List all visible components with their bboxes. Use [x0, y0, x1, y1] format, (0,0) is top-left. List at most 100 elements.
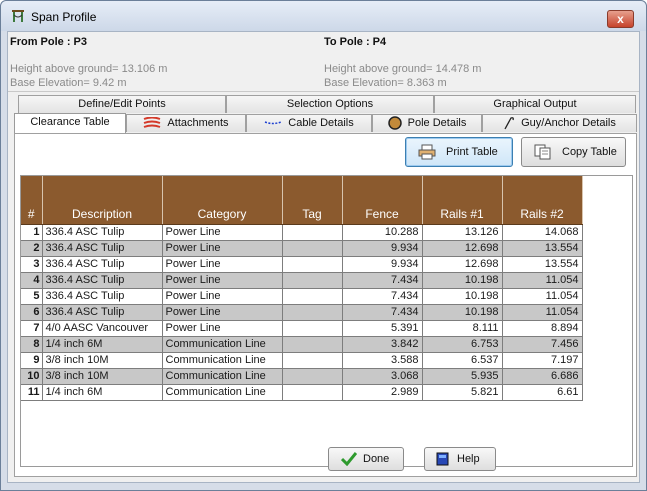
tab-attachments[interactable]: Attachments	[126, 114, 246, 132]
cell-fence: 5.391	[342, 320, 423, 337]
tab-guy-anchor-details[interactable]: Guy/Anchor Details	[482, 114, 637, 132]
print-table-button[interactable]: Print Table	[405, 137, 513, 167]
cell-tag	[282, 256, 343, 273]
row-number: 2	[21, 240, 43, 257]
table-row[interactable]: 4 336.4 ASC Tulip Power Line 7.434 10.19…	[21, 272, 583, 289]
cell-category: Power Line	[162, 240, 283, 257]
column-header-category[interactable]: Category	[162, 176, 283, 225]
printer-icon	[418, 144, 436, 160]
cell-rails-1: 10.198	[422, 288, 503, 305]
tab-label: Define/Edit Points	[78, 98, 166, 110]
table-row[interactable]: 6 336.4 ASC Tulip Power Line 7.434 10.19…	[21, 304, 583, 321]
cell-rails-2: 14.068	[502, 224, 583, 241]
cell-tag	[282, 272, 343, 289]
tab-graphical-output[interactable]: Graphical Output	[434, 95, 636, 113]
column-header-description[interactable]: Description	[42, 176, 163, 225]
cell-description: 336.4 ASC Tulip	[42, 240, 163, 257]
tab-label: Cable Details	[288, 117, 354, 129]
column-header-tag[interactable]: Tag	[282, 176, 343, 225]
span-profile-window: Span Profile x From Pole : P3 Height abo…	[0, 0, 647, 491]
table-row[interactable]: 3 336.4 ASC Tulip Power Line 9.934 12.69…	[21, 256, 583, 273]
column-header-fence[interactable]: Fence	[342, 176, 423, 225]
cell-description: 336.4 ASC Tulip	[42, 304, 163, 321]
cell-description: 336.4 ASC Tulip	[42, 272, 163, 289]
row-number: 10	[21, 368, 43, 385]
from-pole-elevation: Base Elevation= 9.42 m	[10, 77, 127, 89]
cell-category: Communication Line	[162, 352, 283, 369]
cell-rails-2: 11.054	[502, 304, 583, 321]
cell-fence: 9.934	[342, 256, 423, 273]
tab-clearance-table[interactable]: Clearance Table	[14, 113, 126, 133]
tab-label: Clearance Table	[30, 116, 110, 128]
clearance-table: # Description Category Tag Fence Rails #…	[21, 176, 583, 401]
table-row[interactable]: 8 1/4 inch 6M Communication Line 3.842 6…	[21, 336, 583, 353]
tab-label: Guy/Anchor Details	[521, 117, 616, 129]
copy-table-button[interactable]: Copy Table	[521, 137, 626, 167]
tab-label: Pole Details	[407, 117, 467, 129]
title-bar[interactable]: Span Profile x	[1, 1, 646, 31]
table-row[interactable]: 11 1/4 inch 6M Communication Line 2.989 …	[21, 384, 583, 401]
clearance-grid[interactable]: # Description Category Tag Fence Rails #…	[20, 175, 633, 467]
to-pole-title: To Pole : P4	[324, 36, 387, 48]
help-book-icon	[436, 452, 449, 466]
tab-define-edit-points[interactable]: Define/Edit Points	[18, 95, 226, 113]
cell-category: Power Line	[162, 272, 283, 289]
cell-tag	[282, 288, 343, 305]
tab-pole-details[interactable]: Pole Details	[372, 114, 482, 132]
table-row[interactable]: 2 336.4 ASC Tulip Power Line 9.934 12.69…	[21, 240, 583, 257]
copy-icon	[534, 144, 551, 160]
cell-rails-1: 5.821	[422, 384, 503, 401]
table-row[interactable]: 1 336.4 ASC Tulip Power Line 10.288 13.1…	[21, 224, 583, 241]
guy-anchor-icon	[504, 117, 515, 130]
to-pole-elevation: Base Elevation= 8.363 m	[324, 77, 447, 89]
row-number: 1	[21, 224, 43, 241]
table-row[interactable]: 10 3/8 inch 10M Communication Line 3.068…	[21, 368, 583, 385]
column-header-number[interactable]: #	[21, 176, 43, 225]
table-row[interactable]: 9 3/8 inch 10M Communication Line 3.588 …	[21, 352, 583, 369]
table-row[interactable]: 5 336.4 ASC Tulip Power Line 7.434 10.19…	[21, 288, 583, 305]
cell-description: 3/8 inch 10M	[42, 352, 163, 369]
cell-description: 336.4 ASC Tulip	[42, 256, 163, 273]
row-number: 8	[21, 336, 43, 353]
done-button[interactable]: Done	[328, 447, 404, 471]
cell-fence: 7.434	[342, 288, 423, 305]
cell-category: Power Line	[162, 224, 283, 241]
cell-rails-2: 7.456	[502, 336, 583, 353]
cell-rails-1: 10.198	[422, 304, 503, 321]
pole-details-icon	[387, 116, 402, 130]
close-icon: x	[617, 12, 624, 26]
cell-category: Power Line	[162, 288, 283, 305]
cell-fence: 2.989	[342, 384, 423, 401]
column-header-rails-1[interactable]: Rails #1	[422, 176, 503, 225]
dialog-body: From Pole : P3 Height above ground= 13.1…	[7, 31, 640, 483]
cell-fence: 3.068	[342, 368, 423, 385]
tab-cable-details[interactable]: Cable Details	[246, 114, 372, 132]
close-button[interactable]: x	[607, 10, 634, 28]
tab-selection-options[interactable]: Selection Options	[226, 95, 434, 113]
cell-rails-1: 13.126	[422, 224, 503, 241]
pole-info-panel: From Pole : P3 Height above ground= 13.1…	[8, 32, 639, 92]
span-profile-icon	[12, 10, 24, 22]
cell-description: 3/8 inch 10M	[42, 368, 163, 385]
cell-fence: 3.588	[342, 352, 423, 369]
cell-category: Power Line	[162, 256, 283, 273]
table-header-row: # Description Category Tag Fence Rails #…	[21, 176, 583, 225]
row-number: 11	[21, 384, 43, 401]
cell-rails-2: 6.61	[502, 384, 583, 401]
column-header-rails-2[interactable]: Rails #2	[502, 176, 583, 225]
row-number: 6	[21, 304, 43, 321]
cell-rails-1: 12.698	[422, 256, 503, 273]
cell-rails-2: 7.197	[502, 352, 583, 369]
cell-description: 1/4 inch 6M	[42, 384, 163, 401]
help-button[interactable]: Help	[424, 447, 496, 471]
cell-tag	[282, 384, 343, 401]
tab-label: Selection Options	[286, 98, 374, 110]
cell-description: 336.4 ASC Tulip	[42, 224, 163, 241]
from-pole-title: From Pole : P3	[10, 36, 88, 48]
cell-fence: 7.434	[342, 272, 423, 289]
checkmark-icon	[341, 452, 357, 466]
cell-tag	[282, 304, 343, 321]
table-row[interactable]: 7 4/0 AASC Vancouver Power Line 5.391 8.…	[21, 320, 583, 337]
cell-rails-1: 12.698	[422, 240, 503, 257]
cell-tag	[282, 224, 343, 241]
